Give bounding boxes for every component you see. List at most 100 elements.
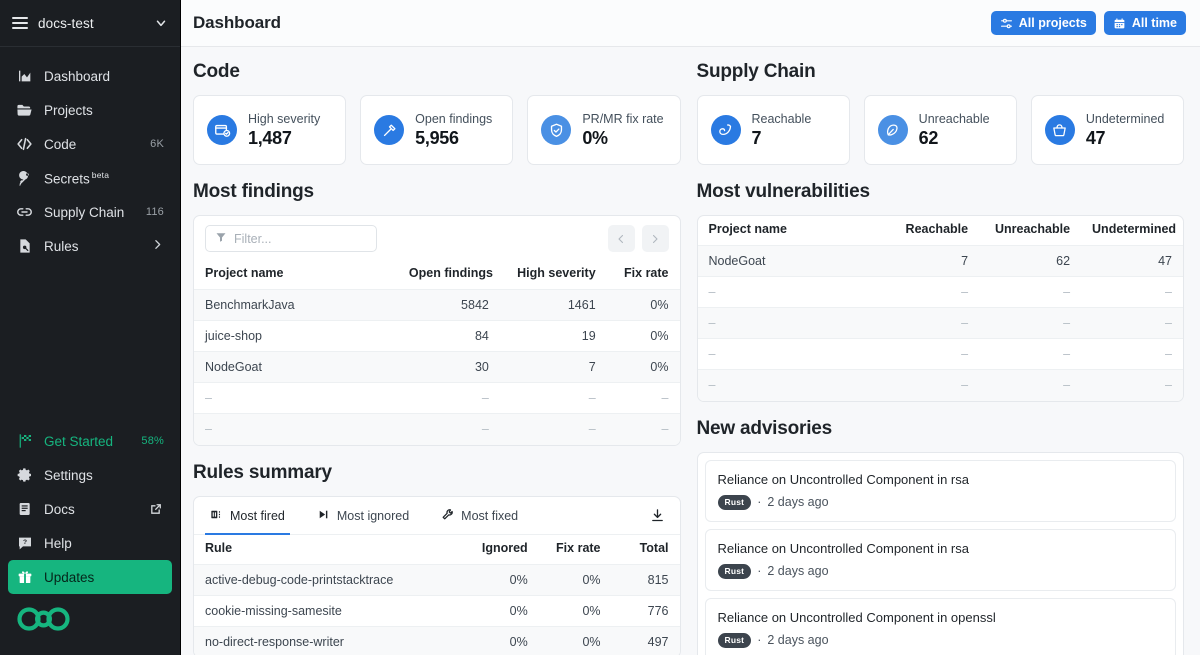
advisory-card[interactable]: Reliance on Uncontrolled Component in op… (705, 598, 1177, 655)
cell-undetermined: – (1081, 277, 1183, 308)
semgrep-logo[interactable] (0, 594, 180, 645)
app-root: docs-test Dashboard Projects (0, 0, 1200, 655)
most-findings-toolbar (194, 216, 680, 260)
left-column: Code High severity 1,487 (193, 47, 681, 655)
sidebar-item-supply-chain[interactable]: Supply Chain 116 (8, 195, 172, 229)
tab-label: Most fired (230, 509, 285, 523)
new-advisories-title: New advisories (697, 418, 1185, 440)
get-started-progress: 58% (141, 435, 164, 447)
cell-undetermined: – (1081, 308, 1183, 339)
col-fix-rate[interactable]: Fix rate (539, 535, 612, 565)
findings-filter-input[interactable] (234, 232, 367, 246)
prev-page-button[interactable] (608, 225, 635, 252)
chevron-right-icon[interactable] (151, 238, 164, 254)
stat-card-high-severity[interactable]: High severity 1,487 (193, 95, 346, 165)
table-row: –––– (194, 383, 680, 414)
supply-chain-stat-cards: Reachable 7 Unreachable 62 (697, 95, 1185, 165)
table-row[interactable]: NodeGoat3070% (194, 352, 680, 383)
all-projects-filter-button[interactable]: All projects (991, 11, 1096, 35)
stat-card-reachable[interactable]: Reachable 7 (697, 95, 850, 165)
table-row: –––– (698, 339, 1184, 370)
col-ignored[interactable]: Ignored (461, 535, 539, 565)
skip-forward-icon (317, 508, 330, 524)
stat-card-undetermined[interactable]: Undetermined 47 (1031, 95, 1184, 165)
table-row[interactable]: NodeGoat76247 (698, 246, 1184, 277)
table-row[interactable]: no-direct-response-writer0%0%497 (194, 626, 680, 655)
table-row[interactable]: cookie-missing-samesite0%0%776 (194, 595, 680, 626)
cell-project: NodeGoat (698, 246, 882, 277)
sidebar-item-secrets[interactable]: Secretsbeta (8, 161, 172, 195)
hamburger-menu-icon[interactable] (12, 17, 28, 29)
beta-badge: beta (92, 170, 109, 180)
sidebar-item-get-started[interactable]: Get Started 58% (8, 424, 172, 458)
col-open-findings[interactable]: Open findings (398, 260, 500, 290)
cell-fix: 0% (607, 352, 680, 383)
flag-checkered-icon (16, 433, 33, 450)
chevron-down-icon[interactable] (154, 16, 168, 30)
sidebar-label: Projects (44, 103, 164, 118)
wrench-icon (441, 508, 454, 524)
advisory-title: Reliance on Uncontrolled Component in rs… (718, 540, 1164, 557)
sidebar-item-dashboard[interactable]: Dashboard (8, 59, 172, 93)
stat-card-pr-mr-fix-rate[interactable]: PR/MR fix rate 0% (527, 95, 680, 165)
col-fix-rate[interactable]: Fix rate (607, 260, 680, 290)
download-icon[interactable] (646, 504, 669, 527)
sidebar-item-projects[interactable]: Projects (8, 93, 172, 127)
stat-card-unreachable[interactable]: Unreachable 62 (864, 95, 1017, 165)
sidebar-label: Help (44, 536, 164, 551)
col-project-name[interactable]: Project name (194, 260, 398, 290)
col-total[interactable]: Total (612, 535, 680, 565)
advisory-card[interactable]: Reliance on Uncontrolled Component in rs… (705, 460, 1177, 522)
col-rule[interactable]: Rule (194, 535, 461, 565)
sidebar-org-header[interactable]: docs-test (0, 0, 180, 47)
sidebar-item-updates[interactable]: Updates (8, 560, 172, 594)
sidebar-item-code[interactable]: Code 6K (8, 127, 172, 161)
advisory-card[interactable]: Reliance on Uncontrolled Component in rs… (705, 529, 1177, 591)
stat-label: Undetermined (1086, 112, 1165, 127)
code-section-title: Code (193, 61, 681, 83)
table-row[interactable]: active-debug-code-printstacktrace0%0%815 (194, 564, 680, 595)
svg-text:?: ? (22, 539, 26, 546)
advisory-title: Reliance on Uncontrolled Component in rs… (718, 471, 1164, 488)
tab-most-ignored[interactable]: Most ignored (312, 497, 414, 535)
file-search-icon (16, 238, 33, 255)
sidebar-item-help[interactable]: ? Help (8, 526, 172, 560)
cell-high: – (500, 414, 607, 445)
col-reachable[interactable]: Reachable (882, 216, 979, 246)
most-findings-title: Most findings (193, 181, 681, 203)
col-project-name[interactable]: Project name (698, 216, 882, 246)
col-undetermined[interactable]: Undetermined (1081, 216, 1183, 246)
advisory-title: Reliance on Uncontrolled Component in op… (718, 609, 1164, 626)
external-link-icon (147, 501, 164, 518)
stat-card-open-findings[interactable]: Open findings 5,956 (360, 95, 513, 165)
col-high-severity[interactable]: High severity (500, 260, 607, 290)
filter-input-wrapper[interactable] (205, 225, 377, 252)
hammer-icon (374, 115, 404, 145)
tab-most-fixed[interactable]: Most fixed (436, 497, 523, 535)
cell-project: – (194, 414, 398, 445)
stat-value: 47 (1086, 127, 1165, 149)
cell-rule: active-debug-code-printstacktrace (194, 564, 461, 595)
sidebar-item-rules[interactable]: Rules (8, 229, 172, 263)
sidebar-label: Secretsbeta (44, 170, 164, 187)
gear-icon (16, 467, 33, 484)
cell-fix-rate: 0% (539, 564, 612, 595)
next-page-button[interactable] (642, 225, 669, 252)
cell-reachable: – (882, 277, 979, 308)
table-row[interactable]: BenchmarkJava584214610% (194, 290, 680, 321)
sidebar-item-docs[interactable]: Docs (8, 492, 172, 526)
all-time-filter-button[interactable]: All time (1104, 11, 1186, 35)
rules-summary-table: Rule Ignored Fix rate Total active-debug… (194, 535, 680, 655)
table-row[interactable]: juice-shop84190% (194, 321, 680, 352)
stat-text: Unreachable 62 (919, 112, 990, 149)
sidebar-item-settings[interactable]: Settings (8, 458, 172, 492)
cell-undetermined: – (1081, 370, 1183, 401)
bar-chart-icon (210, 508, 223, 524)
cell-project: NodeGoat (194, 352, 398, 383)
stat-text: Undetermined 47 (1086, 112, 1165, 149)
col-unreachable[interactable]: Unreachable (979, 216, 1081, 246)
calendar-icon (1113, 17, 1126, 30)
tab-most-fired[interactable]: Most fired (205, 497, 290, 535)
sidebar-label: Supply Chain (44, 205, 135, 220)
cell-open: 30 (398, 352, 500, 383)
